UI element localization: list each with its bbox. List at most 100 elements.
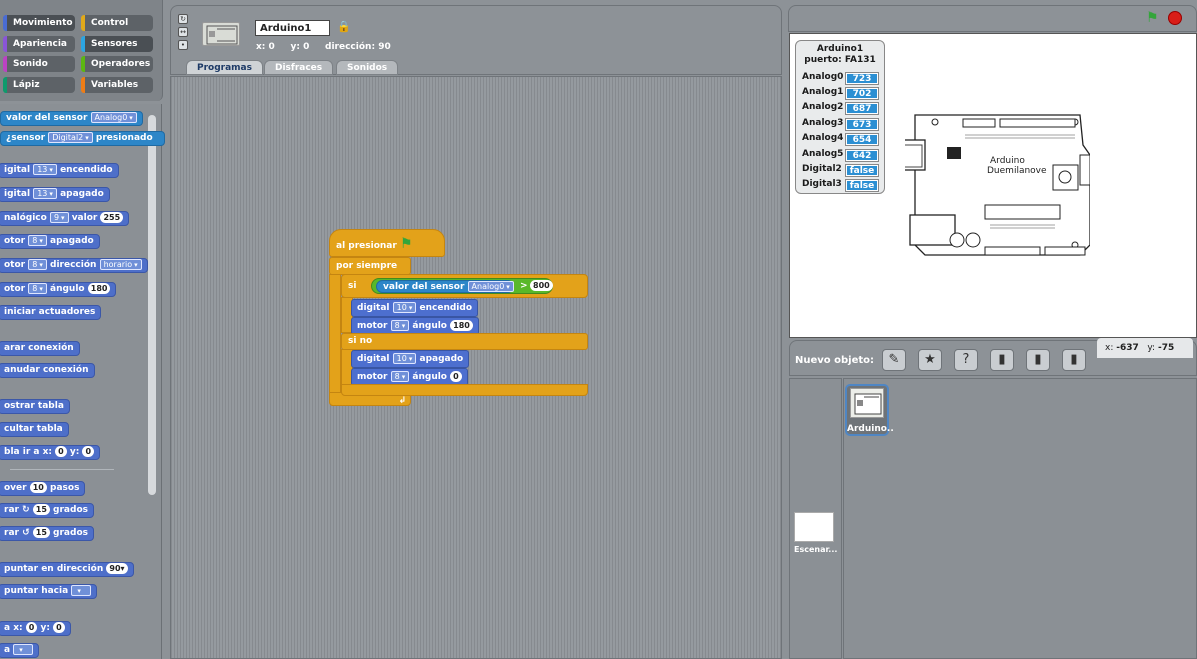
- block-analog-value[interactable]: nalógico 9 valor 255: [0, 211, 130, 226]
- forever-block[interactable]: por siempre: [329, 257, 411, 275]
- rotate-all-icon[interactable]: ↻: [178, 14, 188, 24]
- block-digital-on[interactable]: digital 10 encendido: [351, 299, 479, 317]
- add-board-b-icon[interactable]: ▮: [1026, 349, 1050, 371]
- value-input[interactable]: 255: [100, 212, 124, 223]
- block-turn-left[interactable]: rar ↺ 15 grados: [0, 526, 94, 541]
- pin-dropdown[interactable]: 13: [33, 188, 57, 199]
- sensor-name: Analog0: [802, 72, 844, 82]
- pin-dropdown[interactable]: 8: [28, 259, 47, 270]
- block-point-direction[interactable]: puntar en dirección 90▾: [0, 562, 134, 577]
- add-board-a-icon[interactable]: ▮: [990, 349, 1014, 371]
- tab-programas[interactable]: Programas: [186, 60, 263, 75]
- arduino-board-sprite[interactable]: Arduino Duemilanove: [905, 105, 1090, 260]
- tab-disfraces[interactable]: Disfraces: [264, 60, 334, 75]
- when-flag-clicked-block[interactable]: al presionar ⚑: [329, 229, 445, 257]
- category-apariencia[interactable]: Apariencia: [3, 36, 75, 52]
- sprite-name-field[interactable]: Arduino1: [255, 20, 330, 36]
- x-input[interactable]: 0: [25, 622, 38, 633]
- threshold-input[interactable]: 800: [530, 280, 553, 291]
- angle-input[interactable]: 180: [87, 283, 111, 294]
- greater-than-block[interactable]: valor del sensor Analog0 > 800: [371, 278, 553, 294]
- block-motor-direction[interactable]: otor 8 dirección horario: [0, 258, 148, 273]
- block-hide-table[interactable]: cultar tabla: [0, 422, 69, 437]
- sensor-value: 702: [845, 87, 879, 100]
- block-text: pasos: [50, 483, 80, 493]
- pin-dropdown[interactable]: 8: [28, 235, 47, 246]
- angle-input[interactable]: 0: [450, 371, 462, 382]
- block-goto-sprite[interactable]: a: [0, 643, 40, 658]
- category-movimiento[interactable]: Movimiento: [3, 15, 75, 31]
- choose-sprite-file-icon[interactable]: ★: [918, 349, 942, 371]
- block-goto-xy[interactable]: a x: 0 y: 0: [0, 621, 71, 636]
- block-motor-off[interactable]: otor 8 apagado: [0, 234, 100, 249]
- lock-icon[interactable]: 🔒: [337, 20, 351, 34]
- x-input[interactable]: 0: [55, 446, 67, 457]
- pin-dropdown[interactable]: 9: [49, 212, 69, 223]
- y-label: y:: [290, 42, 300, 52]
- block-resume-connection[interactable]: anudar conexión: [0, 363, 95, 378]
- paint-new-sprite-icon[interactable]: ✎: [882, 349, 906, 371]
- stop-icon[interactable]: [1168, 11, 1182, 25]
- pin-dropdown[interactable]: 10: [392, 302, 417, 313]
- category-control[interactable]: Control: [81, 15, 153, 31]
- sensor-board-watcher[interactable]: Arduino1 puerto: FA131 Analog0 723 Analog…: [795, 40, 885, 194]
- direction-input[interactable]: 90▾: [106, 563, 128, 574]
- flip-lr-icon[interactable]: ↔: [178, 27, 188, 37]
- category-lapiz[interactable]: Lápiz: [3, 77, 75, 93]
- target-dropdown[interactable]: [71, 585, 92, 596]
- block-text: motor: [357, 372, 388, 382]
- block-digital-off[interactable]: digital 10 apagado: [351, 350, 470, 368]
- degrees-input[interactable]: 15: [32, 527, 50, 538]
- block-sensor-value[interactable]: valor del sensor Analog0: [0, 111, 143, 126]
- category-sonido[interactable]: Sonido: [3, 56, 75, 72]
- sensor-name: Analog4: [802, 133, 844, 143]
- no-rotate-icon[interactable]: •: [178, 40, 188, 50]
- add-board-c-icon[interactable]: ▮: [1062, 349, 1086, 371]
- block-sensor-pressed[interactable]: ¿sensor Digital2 presionado: [0, 131, 165, 146]
- pin-dropdown[interactable]: 8: [390, 371, 410, 382]
- degrees-input[interactable]: 15: [32, 504, 50, 515]
- y-input[interactable]: 0: [82, 446, 95, 457]
- category-sensores[interactable]: Sensores: [81, 36, 153, 52]
- tab-sonidos[interactable]: Sonidos: [336, 60, 399, 75]
- block-motor-angle[interactable]: otor 8 ángulo 180: [0, 282, 117, 297]
- block-text: valor del sensor: [383, 282, 465, 292]
- pin-dropdown[interactable]: 13: [33, 164, 57, 175]
- category-operadores[interactable]: Operadores: [81, 56, 153, 72]
- sensor-dropdown[interactable]: Analog0: [467, 281, 514, 292]
- pin-dropdown[interactable]: 8: [390, 320, 410, 331]
- sensor-value-reporter[interactable]: valor del sensor Analog0: [376, 280, 514, 293]
- random-sprite-icon[interactable]: ?: [954, 349, 978, 371]
- block-point-towards[interactable]: puntar hacia: [0, 584, 98, 599]
- block-digital-off[interactable]: igital 13 apagado: [0, 187, 110, 202]
- steps-input[interactable]: 10: [29, 482, 47, 493]
- block-reset-actuators[interactable]: iniciar actuadores: [0, 305, 102, 320]
- category-variables[interactable]: Variables: [81, 77, 153, 93]
- block-table-goto[interactable]: bla ir a x: 0 y: 0: [0, 445, 101, 460]
- pin-dropdown[interactable]: 8: [28, 283, 47, 294]
- palette-scrollbar[interactable]: [148, 115, 156, 495]
- board-title: Arduino1: [816, 44, 864, 54]
- sensor-dropdown[interactable]: Analog0: [90, 112, 137, 123]
- y-input[interactable]: 0: [53, 622, 65, 633]
- block-stop-connection[interactable]: arar conexión: [0, 341, 80, 356]
- block-digital-on[interactable]: igital 13 encendido: [0, 163, 119, 178]
- block-turn-right[interactable]: rar ↻ 15 grados: [0, 503, 94, 518]
- arduino-board-icon: [206, 25, 238, 45]
- green-flag-icon[interactable]: ⚑: [1146, 10, 1162, 26]
- block-show-table[interactable]: ostrar tabla: [0, 399, 70, 414]
- block-text: motor: [357, 321, 388, 331]
- angle-input[interactable]: 180: [450, 320, 473, 331]
- target-dropdown[interactable]: [13, 644, 34, 655]
- x-value: 0: [268, 42, 275, 52]
- scripts-area[interactable]: [170, 76, 782, 659]
- block-text: puntar en dirección: [4, 564, 104, 574]
- sensor-value: 673: [845, 118, 879, 131]
- direction-dropdown[interactable]: horario: [99, 259, 142, 270]
- block-text: rar ↻: [4, 505, 30, 515]
- block-text: ostrar tabla: [4, 401, 64, 411]
- pin-dropdown[interactable]: 10: [392, 353, 417, 364]
- stage-thumbnail[interactable]: [794, 512, 834, 542]
- block-move-steps[interactable]: over 10 pasos: [0, 481, 86, 496]
- sensor-dropdown[interactable]: Digital2: [48, 132, 93, 143]
